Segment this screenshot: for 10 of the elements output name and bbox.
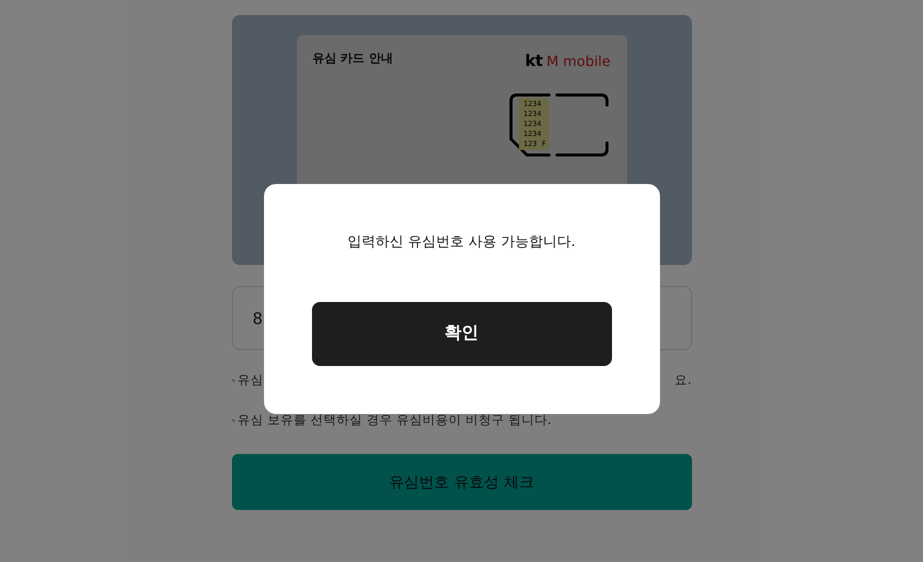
note-text: 유심 <box>238 372 264 388</box>
logo-mark: kt <box>524 50 542 72</box>
note-text: 유심 보유를 선택하실 경우 유심비용이 비청구 됩니다. <box>238 412 552 428</box>
note-text: 요. <box>674 372 692 388</box>
logo-name: M mobile <box>546 53 610 72</box>
card-title: 유심 카드 안내 <box>312 50 393 67</box>
bullet-icon <box>232 418 234 422</box>
confirm-button[interactable]: 확인 <box>312 302 612 366</box>
dialog-message: 입력하신 유심번호 사용 가능합니다. <box>348 233 576 252</box>
bullet-icon <box>232 378 234 382</box>
